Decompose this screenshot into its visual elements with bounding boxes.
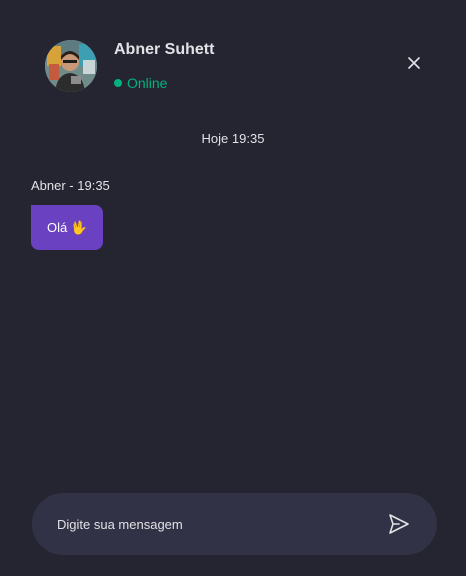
message-bubble: Olá 🖖 [31,205,104,250]
day-divider: Hoje 19:35 [201,131,265,146]
message-text: Olá 🖖 [47,219,88,235]
chat-header: Abner Suhett Online [45,40,425,92]
avatar [45,40,97,92]
message-composer [32,493,437,555]
status-text: Online [127,75,168,91]
message-item: Abner - 19:35 Olá 🖖 [31,178,110,250]
online-dot-icon [114,79,122,87]
send-icon [389,514,409,534]
chat-window: Abner Suhett Online Hoje 19:35 Abner - 1… [0,0,466,576]
contact-name: Abner Suhett [114,41,215,58]
message-input[interactable] [57,516,387,532]
message-meta: Abner - 19:35 [31,178,110,193]
send-button[interactable] [387,512,411,536]
close-button[interactable] [405,54,423,72]
status-indicator: Online [114,75,167,91]
close-icon [408,57,420,69]
